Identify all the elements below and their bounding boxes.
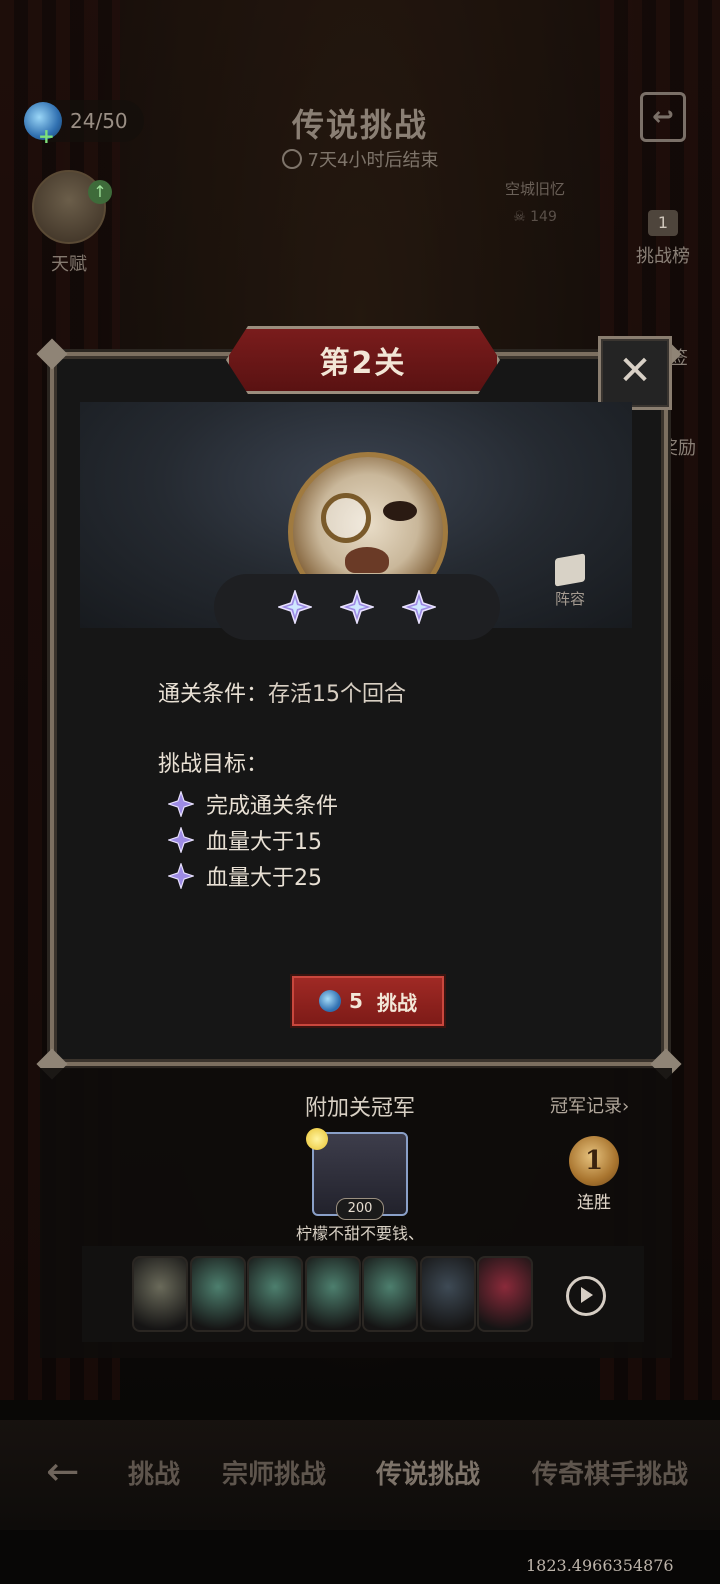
leaderboard-label: 挑战榜 (636, 246, 690, 267)
exit-icon[interactable]: ↩ (640, 92, 686, 142)
energy-potion-icon (319, 990, 342, 1012)
talent-button[interactable]: ↑ 天赋 (24, 170, 114, 280)
jester-unit-icon[interactable] (477, 1256, 533, 1332)
star-icon (340, 590, 374, 624)
flower-icon (306, 1128, 328, 1150)
coordinate-readout: 1823.4966354876 (526, 1556, 674, 1575)
lineup-book-icon (555, 553, 585, 587)
goals-title: 挑战目标： (158, 752, 269, 777)
goal-text: 血量大于25 (206, 866, 322, 891)
timer-text: 7天4小时后结束 (307, 150, 439, 171)
lineup-label: 阵容 (554, 590, 585, 608)
scarecrow-unit-icon[interactable] (419, 1256, 476, 1332)
talent-label: 天赋 (51, 254, 87, 275)
tab-master-challenge[interactable]: 宗师挑战 (222, 1454, 326, 1491)
goal-item: 血量大于25 (168, 860, 322, 892)
level-title-banner: 第2关 (226, 326, 500, 394)
wolf-knight-unit-icon[interactable] (132, 1256, 188, 1332)
leaderboard-button[interactable]: 1 挑战榜 (628, 210, 698, 268)
goal-item: 血量大于15 (168, 824, 322, 856)
lineup-button[interactable]: 阵容 (548, 553, 592, 609)
boss-mouth (345, 547, 389, 573)
clock-icon (281, 149, 302, 169)
star-icon (402, 590, 436, 624)
star-icon (278, 590, 312, 624)
goal-text: 血量大于15 (206, 830, 322, 855)
challenge-cost: 5 (349, 989, 363, 1013)
goal-text: 完成通关条件 (206, 794, 339, 819)
champion-record-link[interactable]: 冠军记录› (550, 1092, 629, 1118)
stage-stars (214, 574, 500, 640)
streak-medal-icon: 1 (569, 1136, 619, 1186)
goal-star-icon (168, 827, 194, 853)
replay-play-icon[interactable] (566, 1276, 606, 1316)
condition-label: 通关条件： (158, 682, 269, 707)
pelican-unit-icon[interactable] (304, 1256, 361, 1332)
boss-monocle (321, 493, 371, 543)
memory-count: ☠ 149 (513, 209, 557, 225)
boss-eye (383, 501, 417, 521)
back-arrow-icon[interactable]: ← (46, 1452, 94, 1492)
tab-challenge[interactable]: 挑战 (120, 1454, 180, 1491)
condition-value: 存活15个回合 (268, 682, 407, 707)
memory-label: 空城旧忆 (504, 180, 565, 198)
champion-name: 柠檬不甜不要钱、 (295, 1224, 424, 1243)
streak-label: 连胜 (577, 1193, 611, 1213)
goal-star-icon (168, 863, 194, 889)
goal-star-icon (168, 791, 194, 817)
upgrade-arrow-icon: ↑ (88, 180, 112, 204)
page-title: 传说挑战 (291, 106, 428, 144)
pelican-unit-icon[interactable] (189, 1256, 246, 1332)
leaderboard-icon: 1 (648, 210, 678, 236)
pelican-unit-icon[interactable] (362, 1256, 418, 1332)
clear-condition: 通关条件：存活15个回合 (158, 676, 406, 708)
pelican-unit-icon[interactable] (247, 1256, 303, 1332)
memory-stage: 空城旧忆 ☠ 149 (490, 178, 580, 225)
goal-item: 完成通关条件 (168, 788, 338, 820)
close-button[interactable]: ✕ (598, 336, 672, 410)
tab-legend-challenge[interactable]: 传说挑战 (376, 1454, 480, 1491)
challenge-label: 挑战 (376, 990, 417, 1015)
champion-score: 200 (336, 1198, 384, 1220)
tab-legendary-player-challenge[interactable]: 传奇棋手挑战 (532, 1454, 688, 1491)
challenge-button[interactable]: 5 挑战 (290, 974, 446, 1028)
win-streak: 1 连胜 (566, 1136, 622, 1213)
event-timer: 7天4小时后结束 (0, 146, 720, 172)
